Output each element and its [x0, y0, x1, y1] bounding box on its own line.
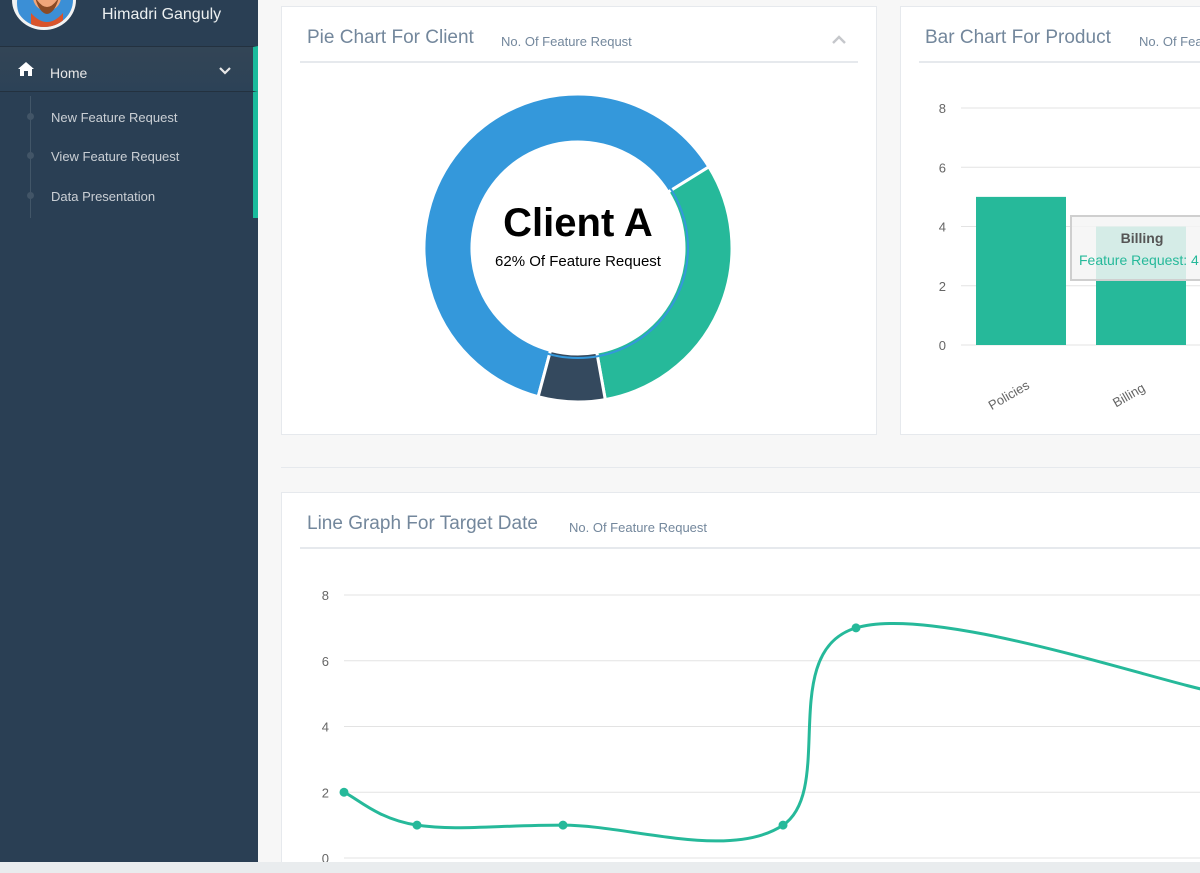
line-chart: 02468: [322, 588, 1200, 866]
pie-chart-panel: Pie Chart For Client No. Of Feature Requ…: [281, 6, 877, 435]
series-line: [343, 621, 1200, 843]
y-tick-label: 8: [322, 588, 329, 603]
sidebar-item-label: View Feature Request: [51, 149, 180, 164]
home-icon: [18, 62, 34, 76]
y-tick-label: 2: [322, 785, 329, 800]
section-divider: [281, 467, 1200, 468]
y-tick-label: 4: [322, 720, 329, 735]
sidebar-item-label: Data Presentation: [51, 189, 156, 204]
sidebar-item-data-presentation[interactable]: Data Presentation: [0, 181, 253, 211]
y-tick-label: 0: [939, 338, 946, 353]
data-point[interactable]: [851, 623, 861, 633]
data-point[interactable]: [558, 820, 568, 830]
line-chart-panel: Line Graph For Target Date No. Of Featur…: [281, 492, 1200, 872]
chevron-down-icon[interactable]: [219, 67, 231, 75]
sidebar-item-label: Home: [50, 65, 88, 81]
user-name: Himadri Ganguly: [102, 6, 222, 23]
y-tick-label: 4: [939, 220, 946, 235]
bar[interactable]: [976, 196, 1066, 345]
bullet-icon: [27, 192, 34, 199]
bullet-icon: [27, 152, 34, 159]
sidebar: Himadri Ganguly Home New Feature Request…: [0, 0, 258, 862]
y-tick-label: 2: [939, 279, 946, 294]
sidebar-item-home[interactable]: Home: [0, 46, 258, 92]
sidebar-item-view-feature-request[interactable]: View Feature Request: [0, 141, 253, 171]
bar-tooltip: Billing Feature Request: 4: [1070, 215, 1200, 281]
bottom-edge: [0, 862, 1200, 873]
tooltip-text: Feature Request: 4: [1079, 252, 1199, 268]
profile: Himadri Ganguly: [0, 0, 258, 44]
donut-center-text: 62% Of Feature Request: [495, 253, 662, 270]
avatar-icon: [17, 0, 73, 27]
donut-center-title: Client A: [503, 201, 653, 245]
bar-chart-panel: Bar Chart For Product No. Of Fea 02468 P…: [900, 6, 1200, 435]
x-tick-label: Policies: [986, 377, 1033, 413]
data-point[interactable]: [412, 820, 422, 830]
data-point[interactable]: [778, 820, 788, 830]
y-tick-label: 8: [939, 101, 946, 116]
home-submenu: New Feature Request View Feature Request…: [0, 92, 258, 218]
y-tick-label: 6: [322, 654, 329, 669]
bar-chart: 0 2 4 6 8 Policies Billing Billing Feature Re…: [939, 101, 1200, 413]
avatar[interactable]: [12, 0, 76, 30]
bullet-icon: [27, 113, 34, 120]
tooltip-title: Billing: [1121, 230, 1164, 246]
data-point[interactable]: [339, 787, 349, 797]
donut-chart: Client A 62% Of Feature Request: [422, 92, 734, 404]
x-tick-label: Billing: [1110, 380, 1148, 410]
sidebar-item-label: New Feature Request: [51, 110, 178, 125]
y-tick-label: 6: [939, 160, 946, 175]
sidebar-item-new-feature-request[interactable]: New Feature Request: [0, 102, 253, 132]
tooltip-box: [1070, 215, 1200, 281]
